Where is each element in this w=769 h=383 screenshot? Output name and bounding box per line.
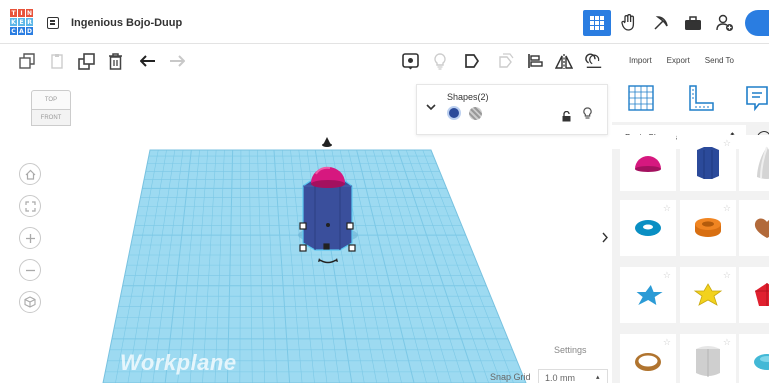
view-cube[interactable]: TOP FRONT — [31, 90, 71, 126]
hand-pointer-icon[interactable] — [615, 10, 643, 36]
shape-tile-heart[interactable]: ☆ — [739, 200, 769, 256]
design-list-icon[interactable] — [47, 17, 59, 29]
favorite-star-icon[interactable]: ☆ — [723, 337, 731, 348]
zoom-in-button[interactable] — [19, 227, 41, 249]
grid-view-icon[interactable] — [583, 10, 611, 36]
shape-tile-diamond[interactable]: ☆ — [739, 334, 769, 383]
undo-icon[interactable] — [139, 52, 157, 70]
edit-toolbar — [0, 44, 612, 77]
snap-grid-value: 1.0 mm — [545, 373, 576, 383]
lock-icon[interactable] — [562, 109, 571, 127]
ruler-icon[interactable] — [686, 83, 716, 113]
logo-letter: T — [10, 9, 17, 17]
logo-letter: E — [18, 18, 25, 26]
design-title[interactable]: Ingenious Bojo-Duup — [71, 17, 182, 29]
title-bar: TIN KER CAD Ingenious Bojo-Duup — [0, 0, 769, 44]
shape-tile-round-roof[interactable]: ☆ — [680, 334, 736, 383]
header-toolbar — [579, 10, 769, 36]
favorite-star-icon[interactable]: ☆ — [663, 337, 671, 348]
logo-letter: C — [10, 27, 17, 35]
shape-tile-half-sphere[interactable] — [620, 135, 676, 191]
view-cube-top[interactable]: TOP — [31, 90, 71, 110]
hole-swatch[interactable] — [469, 107, 482, 120]
chevron-down-icon[interactable] — [426, 98, 436, 116]
shape-tile-polygon[interactable]: ☆ — [680, 135, 736, 191]
favorite-star-icon[interactable]: ☆ — [723, 203, 731, 214]
notes-icon[interactable] — [401, 52, 419, 70]
snap-grid-select[interactable]: 1.0 mm ▴ — [538, 369, 608, 383]
shape-tile-ring[interactable]: ☆ — [620, 334, 676, 383]
fit-view-button[interactable] — [19, 195, 41, 217]
resize-handle[interactable] — [348, 244, 356, 252]
logo-letter: N — [26, 9, 33, 17]
group-icon[interactable] — [585, 52, 603, 70]
add-user-icon[interactable] — [711, 10, 739, 36]
hide-icon[interactable] — [463, 52, 481, 70]
library-view-toggles — [612, 77, 769, 122]
logo-letter: D — [26, 27, 33, 35]
tinkercad-logo[interactable]: TIN KER CAD — [10, 9, 33, 35]
shape-tile-tube[interactable]: ☆ — [680, 200, 736, 256]
shape-tile-star-yellow[interactable]: ☆ — [680, 267, 736, 323]
collapse-panel-icon[interactable] — [598, 221, 612, 253]
logo-letter: K — [10, 18, 17, 26]
export-tab[interactable]: Export — [667, 56, 690, 65]
notes-icon[interactable] — [742, 83, 769, 113]
snap-grid-label: Snap Grid — [490, 372, 531, 382]
logo-letter: I — [18, 9, 25, 17]
paste-icon[interactable] — [48, 52, 66, 70]
favorite-star-icon[interactable]: ☆ — [663, 203, 671, 214]
3d-viewport[interactable]: Workplane TOP FRONT Shapes(2) Settings S… — [0, 77, 612, 383]
favorite-star-icon[interactable]: ☆ — [723, 138, 731, 149]
logo-letter: A — [18, 27, 25, 35]
delete-icon[interactable] — [106, 52, 124, 70]
shape-tile-star[interactable]: ☆ — [620, 267, 676, 323]
zoom-out-button[interactable] — [19, 259, 41, 281]
panel-tabs: Import Export Send To — [612, 44, 769, 77]
shape-tile-torus[interactable]: ☆ — [620, 200, 676, 256]
mirror-icon[interactable] — [555, 52, 573, 70]
light-bulb-icon[interactable] — [583, 107, 592, 125]
pickaxe-icon[interactable] — [647, 10, 675, 36]
shape-tile-paraboloid[interactable]: ☆ — [739, 135, 769, 191]
solid-color-swatch[interactable] — [447, 106, 461, 120]
align-icon[interactable] — [526, 52, 544, 70]
resize-handle[interactable] — [346, 222, 354, 230]
settings-button[interactable]: Settings — [554, 345, 587, 355]
light-bulb-icon[interactable] — [431, 52, 449, 70]
shapes-count-title: Shapes(2) — [447, 92, 489, 102]
home-view-button[interactable] — [19, 163, 41, 185]
shape-library-panel: Basic Shapes ⬍ ☆☆☆☆☆☆☆☆☆☆☆ — [612, 77, 769, 383]
favorite-star-icon[interactable]: ☆ — [723, 270, 731, 281]
workplane-grid-icon[interactable] — [626, 83, 656, 113]
resize-handle[interactable] — [299, 244, 307, 252]
import-tab[interactable]: Import — [629, 56, 652, 65]
favorite-star-icon[interactable]: ☆ — [663, 270, 671, 281]
caret-icon: ▴ — [596, 374, 600, 381]
briefcase-icon[interactable] — [679, 10, 707, 36]
ortho-view-button[interactable] — [19, 291, 41, 313]
redo-icon[interactable] — [168, 52, 186, 70]
resize-handle[interactable] — [299, 222, 307, 230]
user-avatar[interactable] — [745, 10, 769, 36]
copy-icon[interactable] — [18, 52, 36, 70]
view-cube-front[interactable]: FRONT — [31, 110, 71, 126]
send-to-tab[interactable]: Send To — [705, 56, 734, 65]
shape-tile-gem[interactable]: ☆ — [739, 267, 769, 323]
logo-letter: R — [26, 18, 33, 26]
show-all-icon[interactable] — [497, 52, 515, 70]
duplicate-icon[interactable] — [77, 52, 95, 70]
resize-handle[interactable] — [323, 243, 330, 250]
shape-inspector-panel: Shapes(2) — [416, 84, 608, 135]
workplane-label: Workplane — [120, 350, 237, 375]
